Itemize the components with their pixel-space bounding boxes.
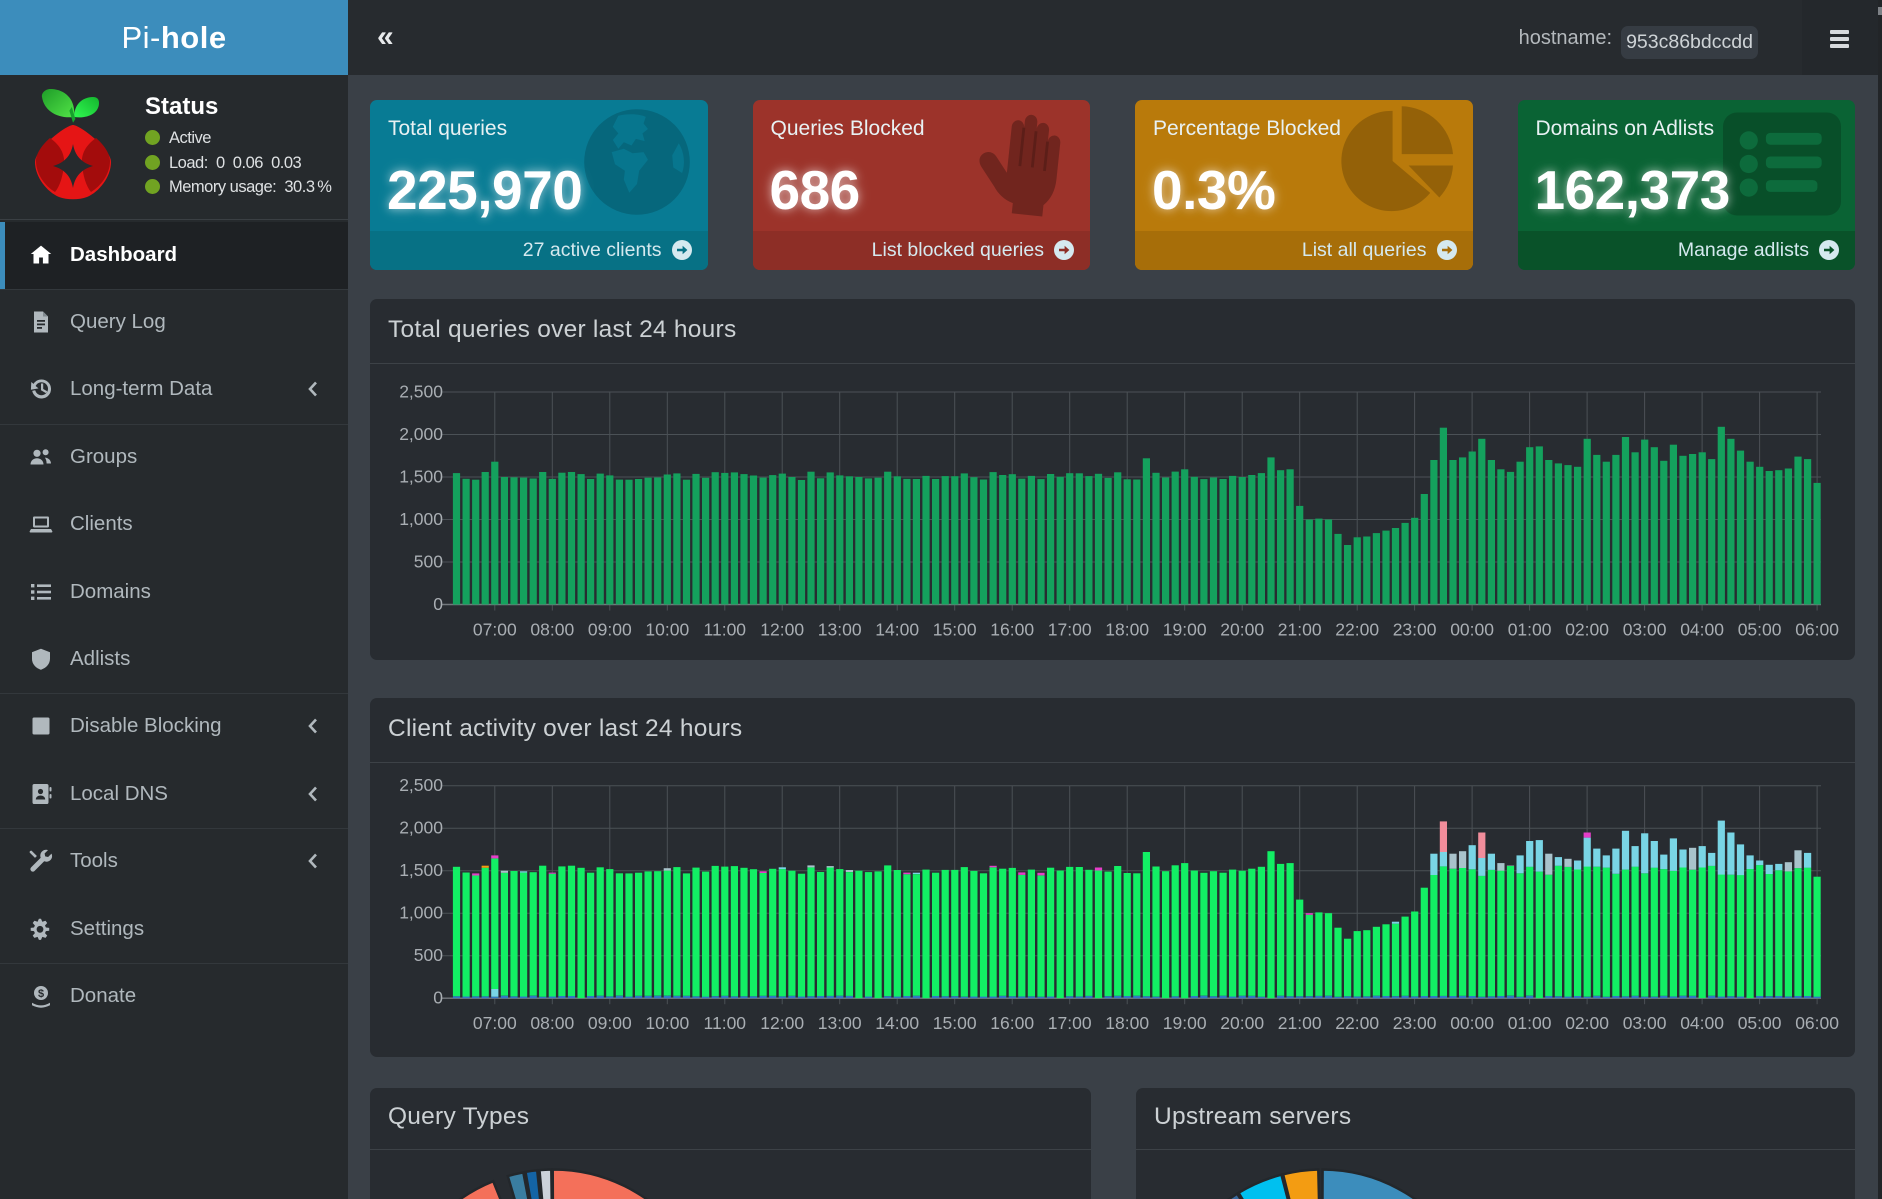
svg-text:10:00: 10:00 <box>645 620 689 640</box>
svg-text:19:00: 19:00 <box>1163 620 1207 640</box>
svg-text:2,000: 2,000 <box>399 424 443 444</box>
svg-text:08:00: 08:00 <box>530 1013 574 1033</box>
svg-text:08:00: 08:00 <box>530 620 574 640</box>
svg-text:18:00: 18:00 <box>1105 620 1149 640</box>
svg-text:21:00: 21:00 <box>1278 620 1322 640</box>
svg-text:20:00: 20:00 <box>1220 620 1264 640</box>
svg-text:1,500: 1,500 <box>399 467 443 487</box>
svg-text:20:00: 20:00 <box>1220 1013 1264 1033</box>
svg-text:02:00: 02:00 <box>1565 1013 1609 1033</box>
svg-text:19:00: 19:00 <box>1163 1013 1207 1033</box>
svg-text:07:00: 07:00 <box>473 1013 517 1033</box>
svg-text:01:00: 01:00 <box>1508 1013 1552 1033</box>
svg-text:03:00: 03:00 <box>1623 1013 1667 1033</box>
svg-text:09:00: 09:00 <box>588 1013 632 1033</box>
svg-text:17:00: 17:00 <box>1048 1013 1092 1033</box>
svg-text:02:00: 02:00 <box>1565 620 1609 640</box>
svg-text:2,500: 2,500 <box>399 382 443 402</box>
svg-text:0: 0 <box>433 988 443 1008</box>
svg-text:06:00: 06:00 <box>1795 620 1839 640</box>
svg-text:11:00: 11:00 <box>704 1013 747 1033</box>
svg-text:00:00: 00:00 <box>1450 620 1494 640</box>
svg-text:18:00: 18:00 <box>1105 1013 1149 1033</box>
svg-text:05:00: 05:00 <box>1738 1013 1782 1033</box>
svg-text:01:00: 01:00 <box>1508 620 1552 640</box>
svg-text:07:00: 07:00 <box>473 620 517 640</box>
svg-text:16:00: 16:00 <box>990 620 1034 640</box>
svg-text:05:00: 05:00 <box>1738 620 1782 640</box>
svg-text:15:00: 15:00 <box>933 1013 977 1033</box>
svg-text:2,000: 2,000 <box>399 818 443 838</box>
svg-text:16:00: 16:00 <box>990 1013 1034 1033</box>
svg-text:15:00: 15:00 <box>933 620 977 640</box>
svg-text:00:00: 00:00 <box>1450 1013 1494 1033</box>
svg-text:13:00: 13:00 <box>818 620 862 640</box>
svg-text:2,500: 2,500 <box>399 775 443 795</box>
svg-text:23:00: 23:00 <box>1393 1013 1437 1033</box>
svg-text:06:00: 06:00 <box>1795 1013 1839 1033</box>
svg-text:23:00: 23:00 <box>1393 620 1437 640</box>
svg-text:22:00: 22:00 <box>1335 1013 1379 1033</box>
svg-text:12:00: 12:00 <box>760 620 804 640</box>
svg-text:03:00: 03:00 <box>1623 620 1667 640</box>
svg-text:14:00: 14:00 <box>875 620 919 640</box>
svg-text:09:00: 09:00 <box>588 620 632 640</box>
svg-text:0: 0 <box>433 594 443 614</box>
svg-text:1,000: 1,000 <box>399 509 443 529</box>
svg-text:21:00: 21:00 <box>1278 1013 1322 1033</box>
svg-text:500: 500 <box>414 552 443 572</box>
svg-text:$: $ <box>38 988 44 1000</box>
svg-text:12:00: 12:00 <box>760 1013 804 1033</box>
svg-text:1,000: 1,000 <box>399 903 443 923</box>
svg-text:13:00: 13:00 <box>818 1013 862 1033</box>
svg-text:04:00: 04:00 <box>1680 1013 1724 1033</box>
svg-text:10:00: 10:00 <box>645 1013 689 1033</box>
svg-text:11:00: 11:00 <box>704 620 747 640</box>
svg-text:14:00: 14:00 <box>875 1013 919 1033</box>
svg-text:500: 500 <box>414 945 443 965</box>
svg-text:22:00: 22:00 <box>1335 620 1379 640</box>
svg-text:1,500: 1,500 <box>399 860 443 880</box>
svg-text:17:00: 17:00 <box>1048 620 1092 640</box>
svg-text:04:00: 04:00 <box>1680 620 1724 640</box>
